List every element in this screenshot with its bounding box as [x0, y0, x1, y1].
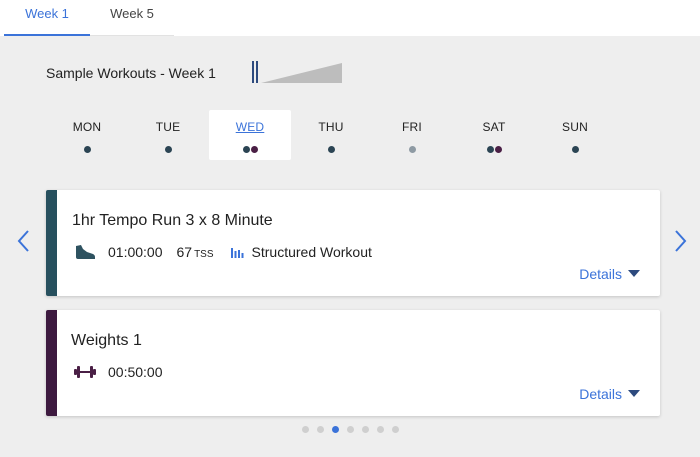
- page-title: Sample Workouts - Week 1: [46, 65, 216, 81]
- pager-dot[interactable]: [376, 426, 384, 433]
- workout-color-stripe: [46, 190, 57, 296]
- week-tabs: Week 1 Week 5: [0, 0, 700, 36]
- previous-arrow-icon[interactable]: [14, 226, 34, 256]
- caret-down-icon: [628, 390, 640, 397]
- day-workout-dots: [453, 146, 535, 154]
- workout-tss: 67 TSS: [177, 244, 214, 260]
- workout-card[interactable]: 1hr Tempo Run 3 x 8 Minute 01:00:00 67 TS…: [46, 190, 660, 296]
- workout-color-stripe: [46, 310, 57, 416]
- day-workout-dots: [127, 146, 209, 154]
- day-workout-dots: [46, 146, 128, 154]
- workout-dot: [571, 146, 579, 153]
- day-wed[interactable]: WED: [209, 110, 291, 160]
- day-label: SUN: [562, 120, 588, 134]
- workout-dot: [242, 146, 250, 153]
- details-button[interactable]: Details: [579, 266, 640, 282]
- workout-name: 1hr Tempo Run 3 x 8 Minute: [72, 212, 273, 229]
- pager-dot[interactable]: [346, 426, 354, 433]
- pager-dot[interactable]: [361, 426, 369, 433]
- day-label: TUE: [155, 120, 181, 134]
- day-mon[interactable]: MON: [46, 110, 128, 160]
- workout-dot: [164, 146, 172, 153]
- day-fri[interactable]: FRI: [371, 110, 453, 160]
- workout-card[interactable]: Weights 1 00:50:00 Details: [46, 310, 660, 416]
- tab-week-5[interactable]: Week 5: [90, 0, 174, 36]
- workout-name: Weights 1: [71, 332, 142, 349]
- details-label: Details: [579, 266, 622, 282]
- day-label: WED: [235, 120, 265, 134]
- day-tue[interactable]: TUE: [127, 110, 209, 160]
- tab-week-1[interactable]: Week 1: [4, 0, 90, 36]
- day-label: SAT: [482, 120, 506, 134]
- day-label: FRI: [402, 120, 422, 134]
- dumbbell-icon: [74, 366, 96, 378]
- workout-dot: [327, 146, 335, 153]
- running-shoe-icon: [76, 245, 95, 259]
- day-sat[interactable]: SAT: [453, 110, 535, 160]
- workout-meta: 00:50:00: [74, 362, 177, 382]
- pager-dot[interactable]: [391, 426, 399, 433]
- day-workout-dots: [290, 146, 372, 154]
- workout-dot: [83, 146, 91, 153]
- pager-dot[interactable]: [331, 426, 339, 433]
- workout-dot: [486, 146, 494, 153]
- workout-dot: [408, 146, 416, 153]
- pager-dot[interactable]: [301, 426, 309, 433]
- day-sun[interactable]: SUN: [534, 110, 616, 160]
- workout-meta: 01:00:00 67 TSS Structured Workout: [74, 242, 372, 262]
- day-workout-dots: [209, 146, 291, 154]
- week-panel: Sample Workouts - Week 1 MON TUE WED THU…: [0, 36, 700, 457]
- tss-value: 67: [176, 244, 193, 260]
- details-button[interactable]: Details: [579, 386, 640, 402]
- day-selector: MON TUE WED THU FRI SAT SUN: [46, 110, 660, 162]
- day-label: MON: [72, 120, 102, 134]
- workout-type: Structured Workout: [251, 244, 372, 260]
- details-label: Details: [579, 386, 622, 402]
- day-workout-dots: [371, 146, 453, 154]
- day-workout-dots: [534, 146, 616, 154]
- workout-duration: 00:50:00: [108, 364, 163, 380]
- bar-chart-icon: [230, 248, 244, 258]
- carousel-pager: [0, 426, 700, 433]
- workout-dot: [250, 146, 258, 153]
- tss-unit: TSS: [194, 249, 214, 260]
- workout-duration: 01:00:00: [108, 244, 163, 260]
- pager-dot[interactable]: [316, 426, 324, 433]
- day-label: THU: [318, 120, 344, 134]
- day-thu[interactable]: THU: [290, 110, 372, 160]
- next-arrow-icon[interactable]: [670, 226, 690, 256]
- workout-dot: [494, 146, 502, 153]
- caret-down-icon: [628, 270, 640, 277]
- weekly-load-chart-icon: [252, 61, 342, 83]
